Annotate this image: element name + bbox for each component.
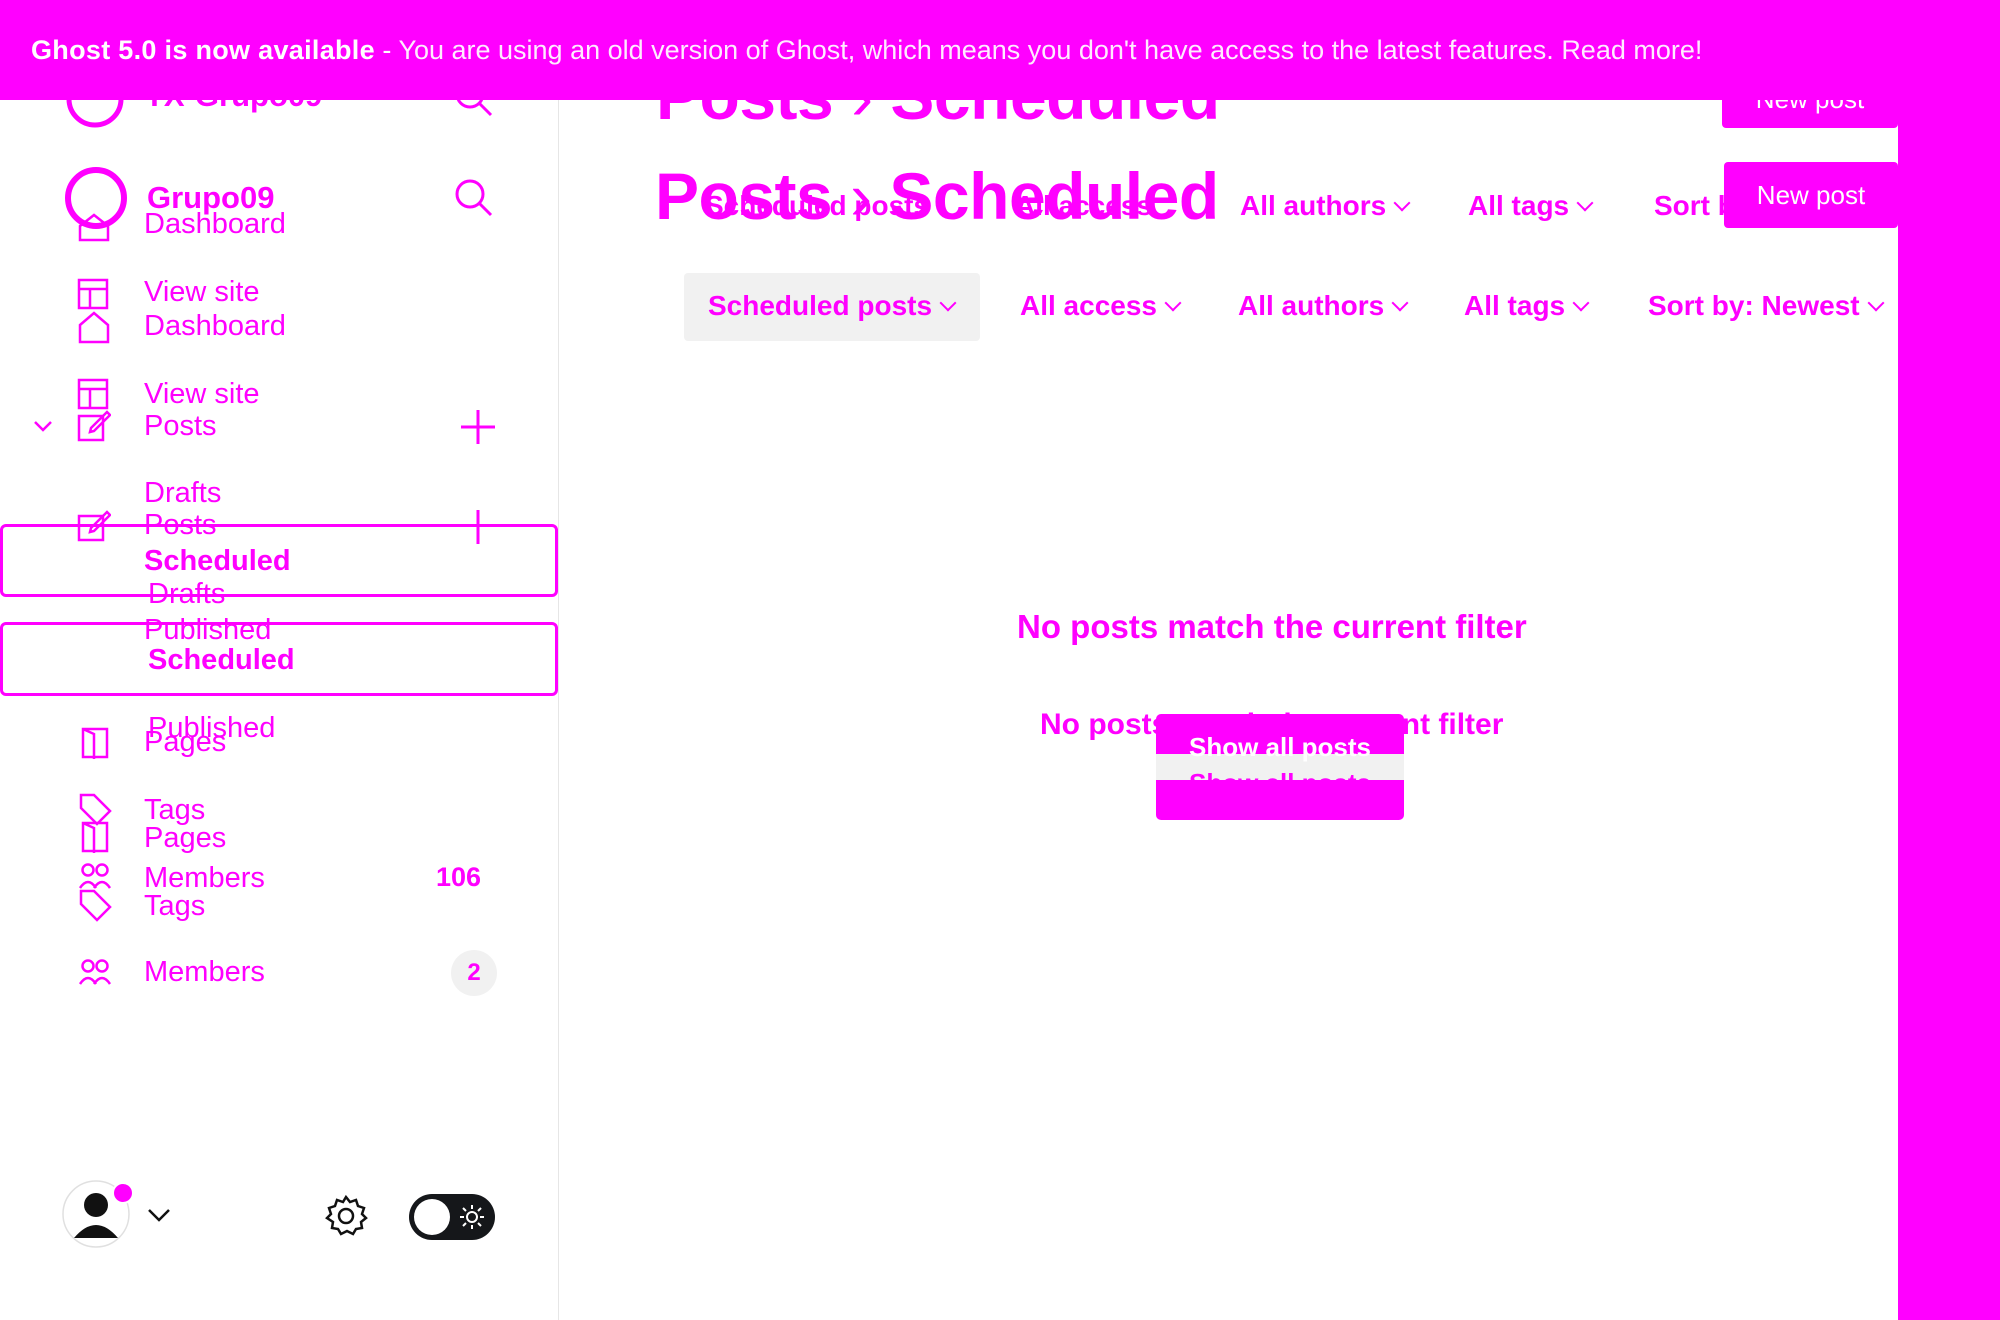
update-banner: Ghost 5.0 is now available - You are usi… — [0, 0, 2000, 100]
filter-authors-ghost[interactable]: All authors — [1240, 190, 1411, 222]
sidebar-item-drafts[interactable]: Drafts — [148, 578, 225, 611]
chevron-down-icon[interactable] — [146, 1206, 172, 1229]
members-count-ghost: 106 — [436, 862, 482, 892]
filter-tags-dropdown[interactable]: All tags — [1464, 290, 1590, 322]
right-accent-bar — [1898, 0, 2000, 1320]
page-icon — [80, 726, 110, 765]
tag-icon — [78, 888, 112, 927]
filter-tags-label: All tags — [1464, 290, 1566, 321]
members-icon — [78, 958, 112, 991]
sidebar-item-pages[interactable]: Pages — [144, 822, 226, 855]
gear-icon[interactable] — [324, 1194, 368, 1243]
filter-access-label: All access — [1020, 290, 1157, 321]
sidebar-item-view-site[interactable]: View site — [144, 378, 260, 411]
banner-title: Ghost 5.0 is now available — [31, 35, 375, 65]
toggle-knob — [414, 1199, 450, 1235]
filter-sort-dropdown[interactable]: Sort by: Newest — [1648, 290, 1885, 322]
theme-toggle[interactable] — [409, 1194, 495, 1240]
show-all-posts-label: Show all posts — [1188, 768, 1372, 798]
chevron-down-icon — [1164, 294, 1182, 312]
filter-authors-label: All authors — [1238, 290, 1385, 321]
filter-sort-ghost-label: Sort b — [1654, 190, 1735, 221]
search-icon[interactable] — [454, 178, 494, 223]
filter-tags-ghost-label: All tags — [1468, 190, 1570, 221]
sidebar-item-posts-ghost[interactable]: Posts — [144, 410, 217, 443]
members-count-badge: 2 — [451, 950, 497, 996]
filter-type-label: Scheduled posts — [708, 290, 933, 321]
plus-icon[interactable] — [459, 408, 497, 451]
sidebar-item-drafts-ghost[interactable]: Drafts — [144, 477, 221, 510]
sidebar-item-tags[interactable]: Tags — [144, 890, 205, 923]
filter-authors-ghost-label: All authors — [1240, 190, 1387, 221]
notification-dot — [112, 1182, 134, 1204]
chevron-down-icon — [1572, 294, 1590, 312]
filter-access-dropdown[interactable]: All access — [1020, 290, 1182, 322]
filter-type-ghost[interactable]: Scheduled posts — [705, 190, 929, 222]
sun-icon — [460, 1205, 484, 1229]
filter-authors-dropdown[interactable]: All authors — [1238, 290, 1409, 322]
sidebar-item-pages-ghost[interactable]: Pages — [144, 726, 226, 759]
chevron-down-icon — [1576, 194, 1594, 212]
sidebar: TX-Grupo09 Grupo09 Dashboard View site D… — [0, 0, 559, 1320]
page-icon — [80, 820, 110, 859]
sidebar-item-dashboard-ghost[interactable]: Dashboard — [144, 208, 286, 241]
banner-message: You are using an old version of Ghost, w… — [398, 35, 1554, 65]
new-post-button[interactable]: New post — [1724, 162, 1898, 228]
sidebar-item-view-site-ghost[interactable]: View site — [144, 276, 260, 309]
home-icon — [77, 310, 111, 349]
empty-state-message-ghost: No posts match the current filter — [1017, 608, 1527, 645]
show-all-posts-button[interactable]: Show all posts Show all posts — [1156, 714, 1404, 820]
chevron-down-icon — [1391, 294, 1409, 312]
chevron-down-icon — [1393, 194, 1411, 212]
home-icon — [77, 212, 111, 247]
show-all-posts-label-ghost: Show all posts — [1188, 732, 1372, 762]
chevron-down-icon — [1867, 294, 1885, 312]
chevron-down-icon[interactable] — [32, 416, 54, 441]
sidebar-item-dashboard[interactable]: Dashboard — [144, 310, 286, 343]
banner-separator: - — [374, 35, 399, 65]
edit-icon — [77, 408, 112, 447]
filter-sort-label: Sort by: Newest — [1648, 290, 1860, 321]
sidebar-item-scheduled-ghost-label: Scheduled — [144, 545, 291, 577]
filter-type-ghost-label: Scheduled posts — [705, 190, 930, 221]
filter-access-ghost[interactable]: All access — [1015, 190, 1152, 222]
sidebar-item-scheduled-label: Scheduled — [148, 644, 295, 676]
sidebar-item-members[interactable]: Members — [144, 956, 265, 989]
filter-type-dropdown[interactable]: Scheduled posts — [708, 290, 957, 322]
banner-read-more-link[interactable]: Read more! — [1561, 35, 1702, 65]
filter-sort-ghost[interactable]: Sort b — [1654, 190, 1735, 222]
filter-access-ghost-label: All access — [1015, 190, 1152, 221]
filter-tags-ghost[interactable]: All tags — [1468, 190, 1594, 222]
chevron-down-icon — [939, 294, 957, 312]
